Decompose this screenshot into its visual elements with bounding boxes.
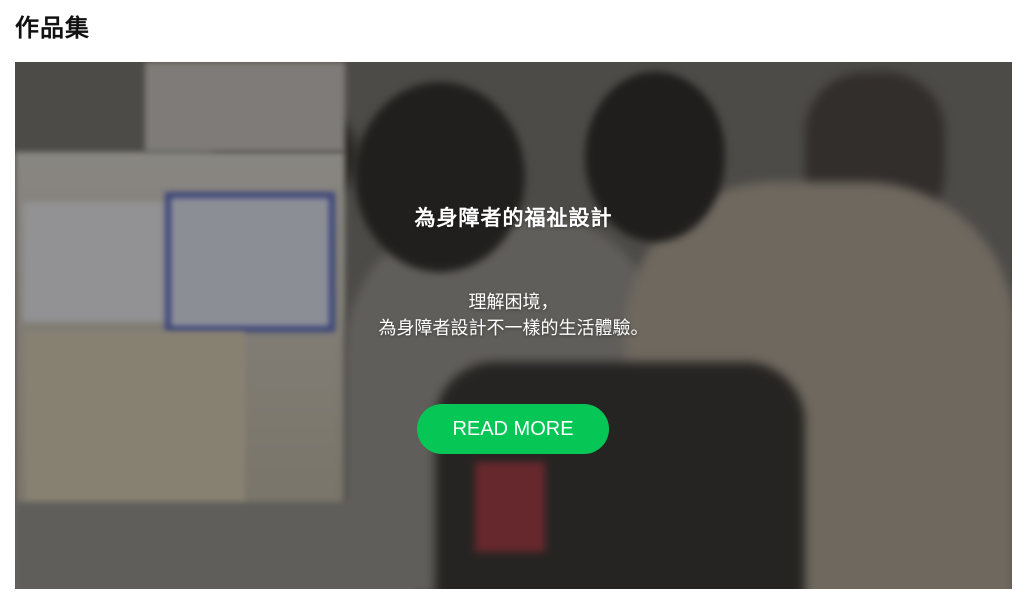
portfolio-card[interactable]: 為身障者的福祉設計 理解困境， 為身障者設計不一樣的生活體驗。 READ MOR…	[15, 62, 1012, 589]
page-title: 作品集	[15, 14, 90, 42]
card-description-line-2: 為身障者設計不一樣的生活體驗。	[378, 318, 649, 339]
read-more-button[interactable]: READ MORE	[417, 404, 609, 454]
card-content: 為身障者的福祉設計 理解困境， 為身障者設計不一樣的生活體驗。 READ MOR…	[15, 62, 1012, 589]
card-description: 理解困境， 為身障者設計不一樣的生活體驗。	[15, 290, 1012, 342]
card-title: 為身障者的福祉設計	[414, 206, 613, 230]
card-description-line-1: 理解困境，	[468, 292, 559, 313]
